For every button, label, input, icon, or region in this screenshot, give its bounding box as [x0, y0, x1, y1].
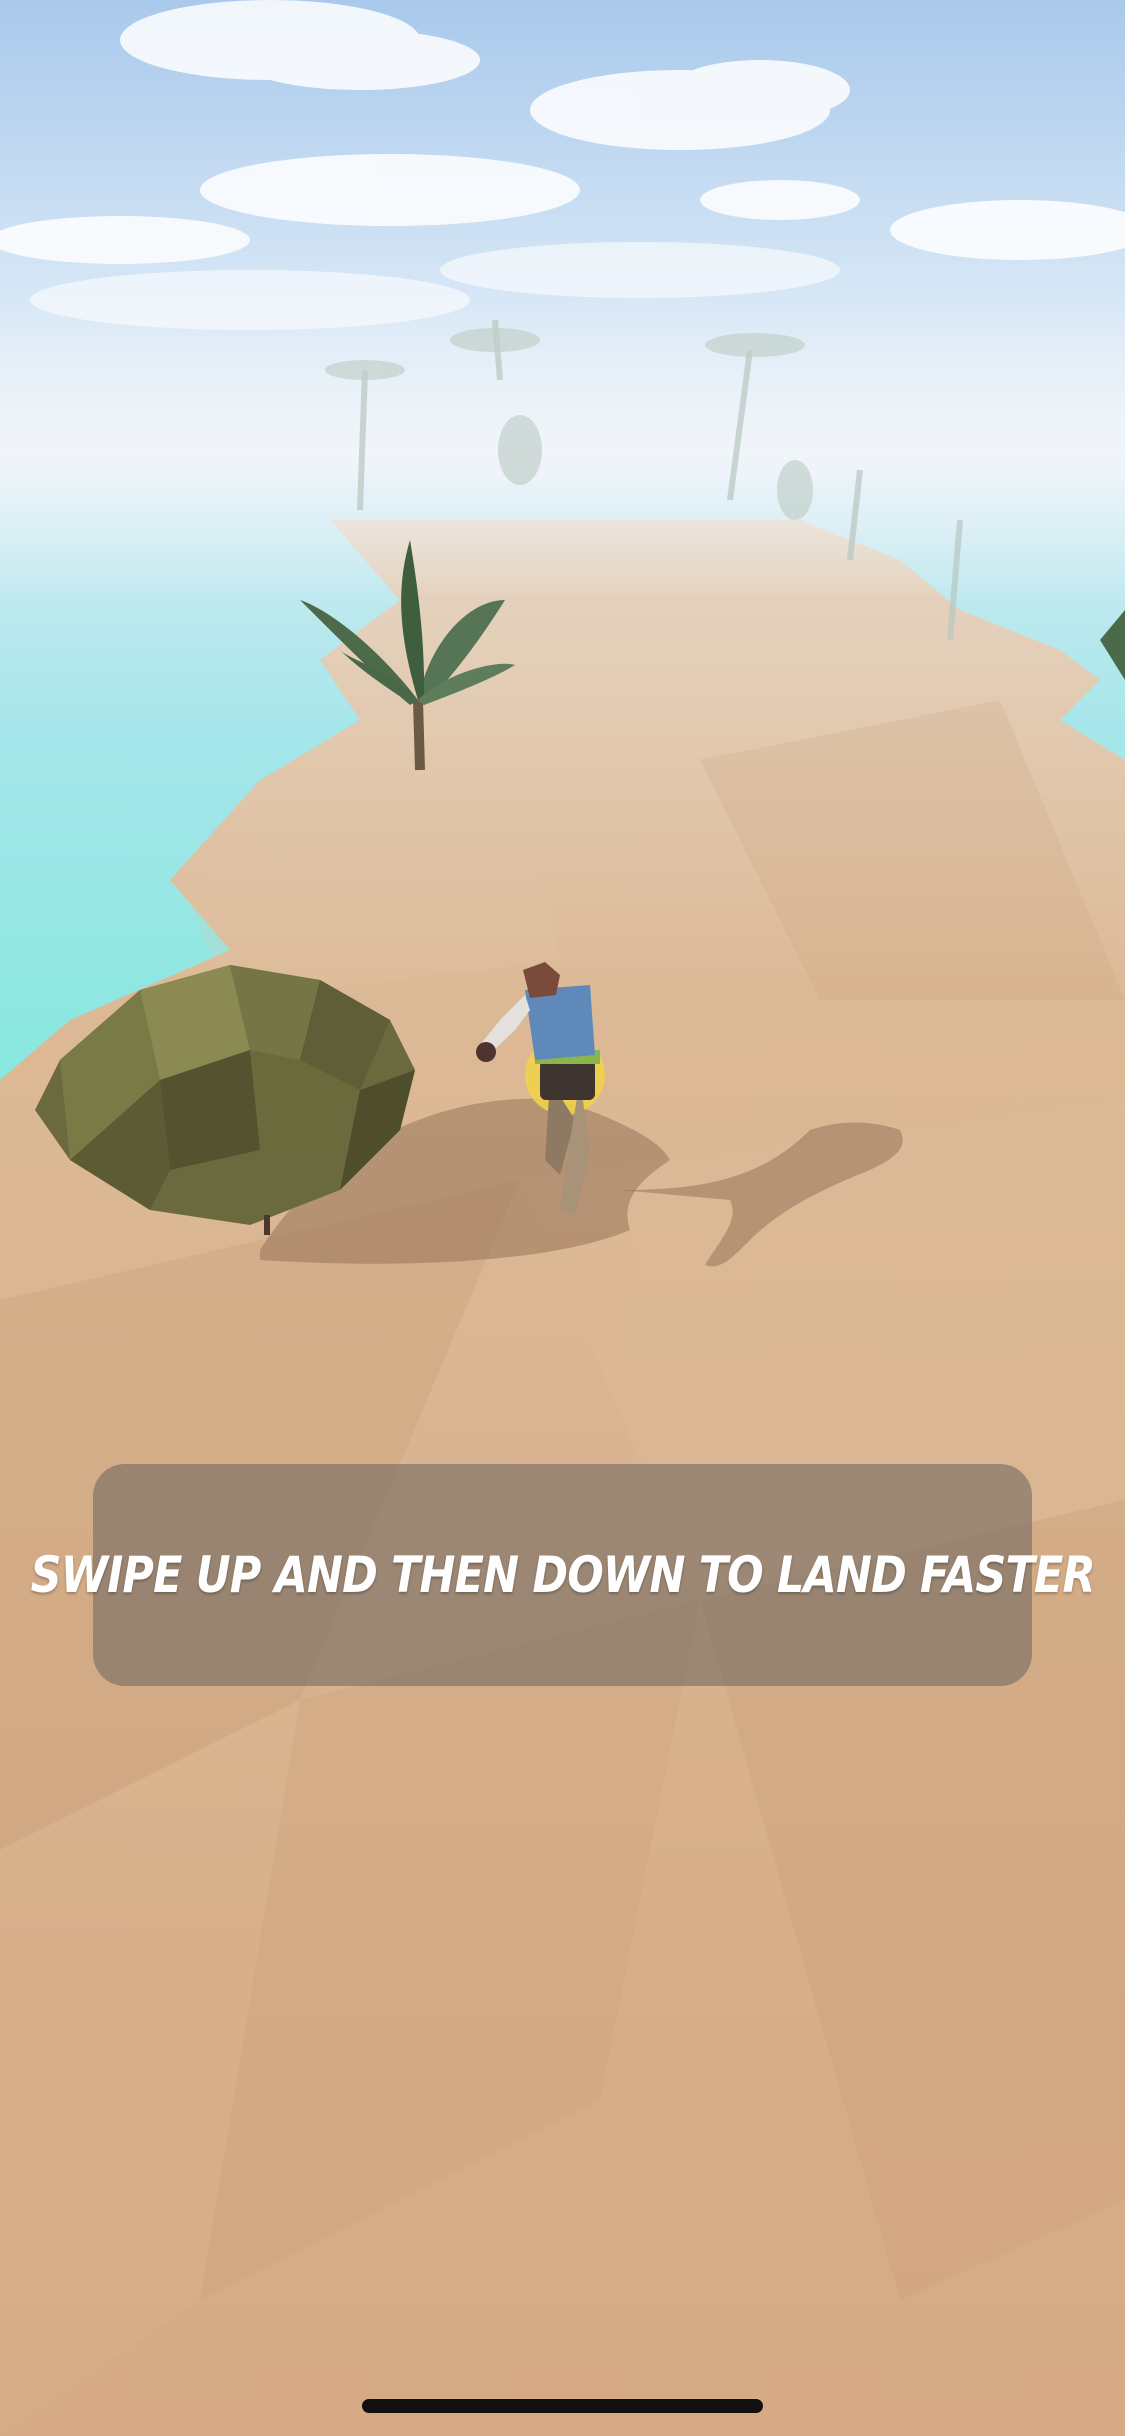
home-indicator[interactable] — [362, 2399, 763, 2413]
game-screen[interactable]: SWIPE UP AND THEN DOWN TO LAND FASTER — [0, 0, 1125, 2436]
bottom-shade — [0, 1900, 1125, 2436]
game-scene[interactable] — [0, 0, 1125, 2436]
tutorial-hint-text: SWIPE UP AND THEN DOWN TO LAND FASTER — [30, 1546, 1095, 1604]
tutorial-hint-panel: SWIPE UP AND THEN DOWN TO LAND FASTER — [30, 1464, 1095, 1686]
